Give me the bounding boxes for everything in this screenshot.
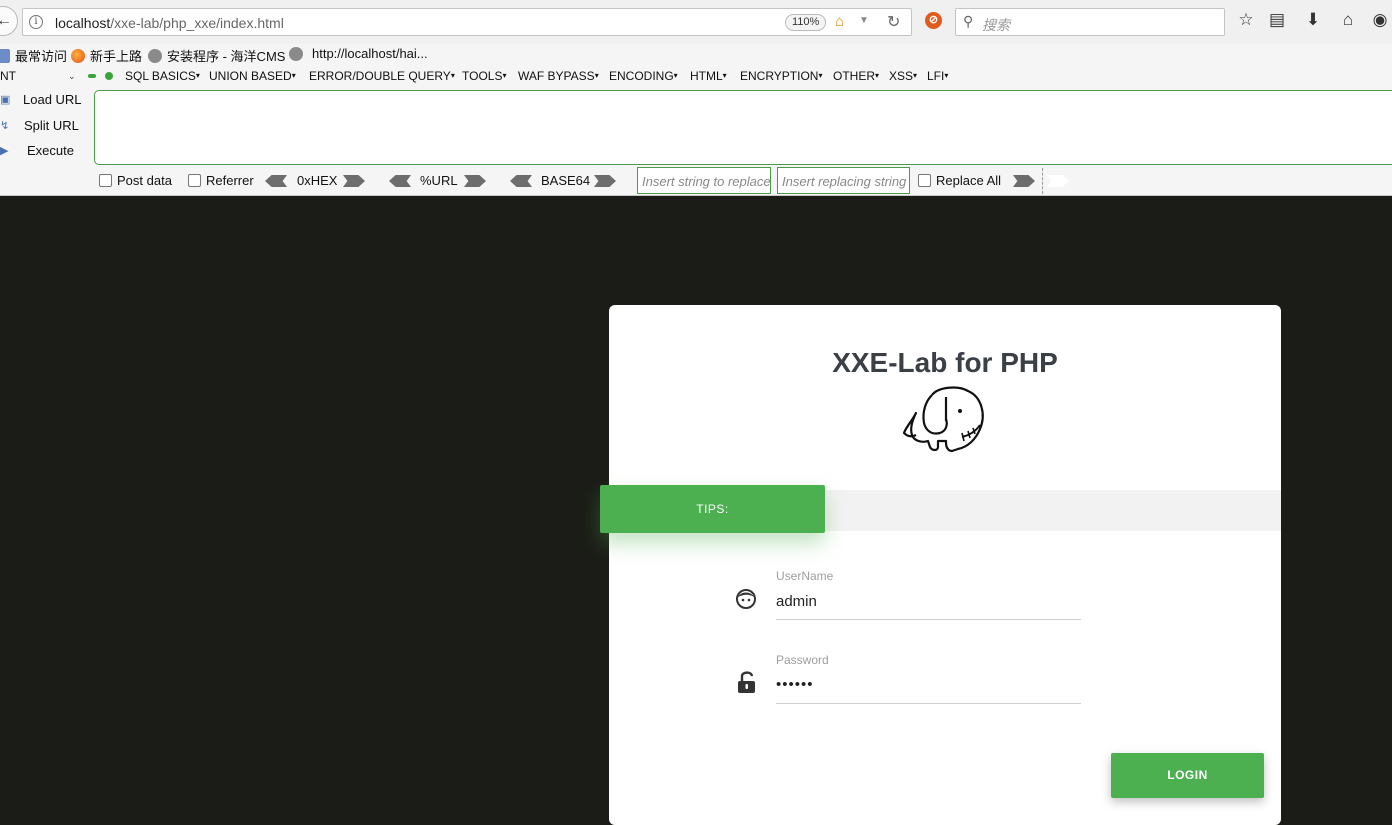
home-page-icon[interactable]: ⌂ [835,13,844,30]
play-icon: ▶ [0,145,9,157]
reading-list-icon[interactable]: ▤ [1267,10,1287,30]
search-icon: ⚲ [963,13,974,29]
info-icon[interactable]: i [29,15,43,29]
replace-arrow-icon[interactable] [1013,175,1035,187]
firefox-icon [71,48,85,63]
home-icon[interactable]: ⌂ [1338,10,1358,30]
menu-sql-basics[interactable]: SQL BASICS▾ [125,69,200,83]
bookmark-getting-started[interactable]: 新手上路 [71,46,142,65]
url-encode-arrow-icon[interactable] [464,175,486,187]
tips-button[interactable]: TIPS: [600,485,825,533]
menu-lfi[interactable]: LFI▾ [927,69,948,83]
globe-icon [289,46,303,61]
username-label: UserName [776,569,834,583]
password-input[interactable]: •••••• [776,676,814,693]
load-url-button[interactable]: ▣ Load URL [0,92,82,107]
base64-decode-arrow-icon[interactable] [510,175,532,187]
search-placeholder: 搜索 [982,17,1010,33]
url-text[interactable]: localhost/xxe-lab/php_xxe/index.html [55,15,284,31]
menu-html[interactable]: HTML▾ [690,69,727,83]
url-decode-arrow-icon[interactable] [389,175,411,187]
globe-icon [148,48,162,63]
referrer-checkbox[interactable]: Referrer [188,173,254,188]
php-elephant-logo [902,386,984,453]
hackbar-dropdown[interactable]: NT [0,69,16,83]
back-button[interactable]: ← [0,6,18,36]
menu-union-based[interactable]: UNION BASED▾ [209,69,296,83]
menu-waf-bypass[interactable]: WAF BYPASS▾ [518,69,599,83]
replace-string-input[interactable]: Insert string to replace [637,167,771,194]
pocket-icon[interactable]: ◉ [1370,10,1390,30]
zoom-level[interactable]: 110% [785,14,827,31]
search-bar[interactable]: ⚲ 搜索 [955,8,1225,36]
download-icon[interactable]: ⬇ [1303,10,1323,30]
menu-error-double-query[interactable]: ERROR/DOUBLE QUERY▾ [309,69,455,83]
separator [1042,168,1043,194]
replace-all-checkbox[interactable]: Replace All [918,173,1001,188]
user-face-icon [736,589,756,609]
menu-other[interactable]: OTHER▾ [833,69,879,83]
hex-label: 0xHEX [297,173,338,188]
decrease-icon[interactable] [88,74,96,78]
split-url-button[interactable]: ↯ Split URL [0,118,79,133]
reload-icon[interactable]: ↻ [887,12,900,32]
execute-button[interactable]: ▶ Execute [0,143,74,158]
menu-encoding[interactable]: ENCODING▾ [609,69,678,83]
unlock-icon [738,671,755,693]
login-card: XXE-Lab for PHP [609,305,1281,825]
hex-encode-arrow-icon[interactable] [343,175,365,187]
post-data-checkbox[interactable]: Post data [99,173,172,188]
login-button[interactable]: LOGIN [1111,753,1264,798]
bookmark-most-visited[interactable]: 最常访问 [0,46,67,65]
page-title: XXE-Lab for PHP [832,347,1058,378]
hex-decode-arrow-icon[interactable] [265,175,287,187]
navigation-bar: ← i localhost/xxe-lab/php_xxe/index.html… [0,0,1392,44]
hackbar-menu: NT ⌄ SQL BASICS▾ UNION BASED▾ ERROR/DOUB… [0,66,1392,88]
menu-tools[interactable]: TOOLS▾ [462,69,506,83]
url-label: %URL [420,173,458,188]
replace-next-arrow-icon[interactable] [1047,175,1069,187]
password-label: Password [776,653,829,667]
menu-xss[interactable]: XSS▾ [889,69,917,83]
username-underline [776,619,1081,620]
replacing-string-input[interactable]: Insert replacing string [777,167,910,194]
chevron-down-icon[interactable]: ⌄ [68,71,76,82]
bookmark-star-icon[interactable]: ☆ [1236,10,1256,30]
base64-label: BASE64 [541,173,591,188]
bookmark-haiyang-cms[interactable]: 安装程序 - 海洋CMS [148,46,285,65]
bookmark-localhost[interactable]: http://localhost/hai... [289,46,428,61]
base64-encode-arrow-icon[interactable] [594,175,616,187]
back-arrow-icon: ← [0,12,12,29]
chevron-down-icon[interactable]: ▼ [859,15,869,26]
password-underline [776,703,1081,704]
folder-icon [0,48,10,63]
username-input[interactable]: admin [776,593,817,610]
split-icon: ↯ [0,120,10,132]
bookmarks-toolbar: 最常访问 新手上路 安装程序 - 海洋CMS http://localhost/… [0,44,1392,66]
menu-encryption[interactable]: ENCRYPTION▾ [740,69,822,83]
load-icon: ▣ [0,94,11,106]
noscript-icon[interactable]: ⊘ [925,12,942,29]
browser-chrome: ← i localhost/xxe-lab/php_xxe/index.html… [0,0,1392,196]
increase-icon[interactable] [105,72,113,80]
hackbar-url-textarea[interactable] [94,90,1392,165]
address-bar[interactable]: i localhost/xxe-lab/php_xxe/index.html 1… [22,8,912,36]
